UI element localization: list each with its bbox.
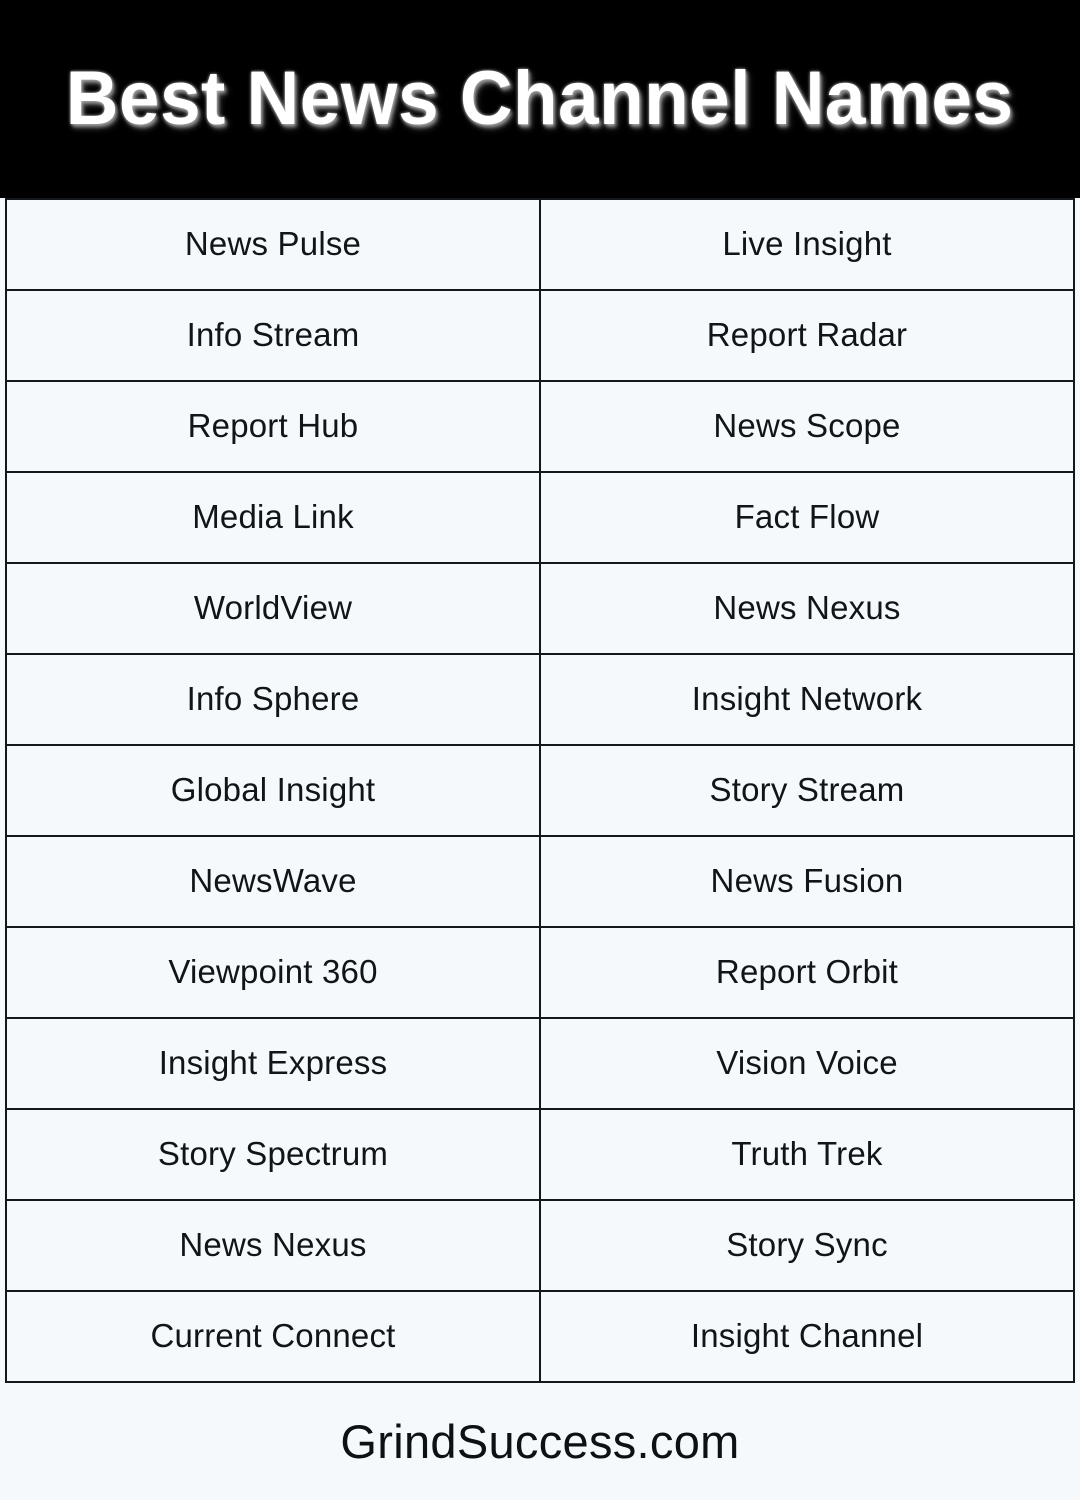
table-row: News Nexus Story Sync bbox=[5, 1199, 1075, 1292]
table-row: Story Spectrum Truth Trek bbox=[5, 1108, 1075, 1201]
table-row: News Pulse Live Insight bbox=[5, 198, 1075, 291]
name-cell-left: WorldView bbox=[5, 562, 541, 655]
name-cell-left: News Pulse bbox=[5, 198, 541, 291]
poster-page: Best News Channel Names News Pulse Live I… bbox=[0, 0, 1080, 1500]
name-cell-right: Fact Flow bbox=[539, 471, 1075, 564]
table-row: Info Stream Report Radar bbox=[5, 289, 1075, 382]
name-cell-left: Media Link bbox=[5, 471, 541, 564]
table-row: Global Insight Story Stream bbox=[5, 744, 1075, 837]
name-cell-left: Report Hub bbox=[5, 380, 541, 473]
name-cell-left: Global Insight bbox=[5, 744, 541, 837]
name-cell-right: News Fusion bbox=[539, 835, 1075, 928]
name-cell-right: Story Sync bbox=[539, 1199, 1075, 1292]
table-row: Info Sphere Insight Network bbox=[5, 653, 1075, 746]
table-row: Current Connect Insight Channel bbox=[5, 1290, 1075, 1383]
name-cell-right: Live Insight bbox=[539, 198, 1075, 291]
name-cell-right: Vision Voice bbox=[539, 1017, 1075, 1110]
table-row: NewsWave News Fusion bbox=[5, 835, 1075, 928]
name-cell-right: News Nexus bbox=[539, 562, 1075, 655]
table-row: Viewpoint 360 Report Orbit bbox=[5, 926, 1075, 1019]
name-cell-left: NewsWave bbox=[5, 835, 541, 928]
name-cell-right: News Scope bbox=[539, 380, 1075, 473]
title-banner: Best News Channel Names bbox=[0, 0, 1080, 198]
page-title: Best News Channel Names bbox=[66, 56, 1014, 141]
name-cell-left: Info Sphere bbox=[5, 653, 541, 746]
name-cell-left: Viewpoint 360 bbox=[5, 926, 541, 1019]
footer: GrindSuccess.com bbox=[0, 1383, 1080, 1500]
news-channel-names-table: News Pulse Live Insight Info Stream Report … bbox=[5, 198, 1075, 1383]
name-cell-right: Report Orbit bbox=[539, 926, 1075, 1019]
name-cell-right: Truth Trek bbox=[539, 1108, 1075, 1201]
site-name: GrindSuccess.com bbox=[340, 1415, 740, 1468]
name-cell-left: Current Connect bbox=[5, 1290, 541, 1383]
table-row: Media Link Fact Flow bbox=[5, 471, 1075, 564]
name-cell-left: Insight Express bbox=[5, 1017, 541, 1110]
name-cell-right: Insight Network bbox=[539, 653, 1075, 746]
name-cell-left: Story Spectrum bbox=[5, 1108, 541, 1201]
name-cell-right: Report Radar bbox=[539, 289, 1075, 382]
table-row: WorldView News Nexus bbox=[5, 562, 1075, 655]
name-cell-right: Story Stream bbox=[539, 744, 1075, 837]
names-table-container: News Pulse Live Insight Info Stream Report … bbox=[0, 198, 1080, 1383]
table-row: Insight Express Vision Voice bbox=[5, 1017, 1075, 1110]
name-cell-left: News Nexus bbox=[5, 1199, 541, 1292]
name-cell-right: Insight Channel bbox=[539, 1290, 1075, 1383]
table-row: Report Hub News Scope bbox=[5, 380, 1075, 473]
name-cell-left: Info Stream bbox=[5, 289, 541, 382]
names-table-body: News Pulse Live Insight Info Stream Report … bbox=[5, 198, 1075, 1383]
